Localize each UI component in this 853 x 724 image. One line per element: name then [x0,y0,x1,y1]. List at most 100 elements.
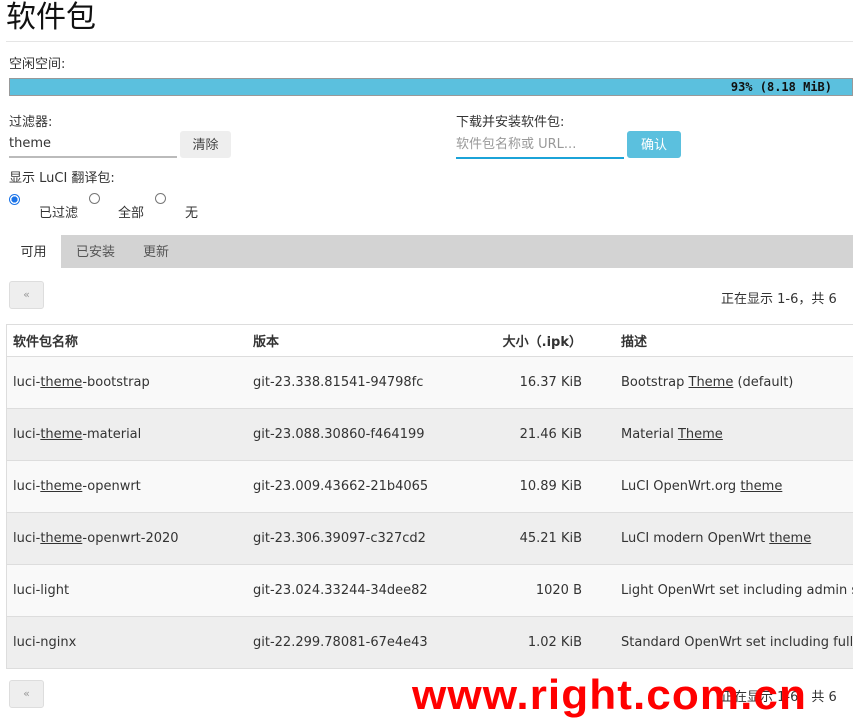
package-name: luci-theme -openwrt-2020 [13,513,179,564]
cell-text: git-23.306.39097-c327cd2 [253,531,426,546]
tab-installed[interactable]: 已安装 [61,235,130,268]
package-size: 10.89 KiB [467,461,582,512]
translations-label: 显示 LuCI 翻译包: [9,171,115,186]
cell-text: 45.21 KiB [519,531,582,546]
header-version[interactable]: 版本 [253,325,279,356]
package-description: Standard OpenWrt set including full a [621,617,853,668]
cell-text: luci- [13,479,41,494]
table-row: luci-light git-23.024.33244-34dee82 1020 B… [7,565,853,617]
confirm-button[interactable]: 确认 [627,131,681,158]
header-size[interactable]: 大小（.ipk） [467,325,582,356]
radio-all-label: 全部 [118,206,145,221]
watermark: www.right.com.cn [412,671,807,718]
radio-filtered[interactable] [9,194,20,205]
package-size: 1.02 KiB [467,617,582,668]
radio-filtered-label: 已过滤 [39,206,79,221]
tab-available[interactable]: 可用 [6,235,61,268]
cell-text: (default) [733,375,794,390]
cell-text: git-22.299.78081-67e4e43 [253,635,428,650]
cell-text: luci- [13,531,41,546]
table-row: luci-theme -openwrt-2020 git-23.306.39097-… [7,513,853,565]
cell-text: 10.89 KiB [519,479,582,494]
package-description: LuCI modern OpenWrt theme [621,513,811,564]
package-version: git-23.024.33244-34dee82 [253,565,428,616]
cell-text: git-23.338.81541-94798fc [253,375,424,390]
table-row: luci-theme -bootstrap git-23.338.81541-947… [7,357,853,409]
cell-text: Light OpenWrt set including admin su [621,583,853,598]
cell-text: luci- [13,427,41,442]
cell-text: luci-nginx [13,635,77,650]
package-version: git-23.338.81541-94798fc [253,357,423,408]
package-name: luci-light [13,565,69,616]
table-body: luci-theme -bootstrap git-23.338.81541-947… [7,357,853,669]
cell-text: 16.37 KiB [519,375,582,390]
free-space-value: 93% (8.18 MiB) [730,80,832,94]
cell-text: 1020 B [535,583,582,598]
cell-text: luci- [13,375,41,390]
radio-none-label: 无 [185,206,199,221]
free-space-bar: 93% (8.18 MiB) [9,78,853,96]
filter-label: 过滤器: [9,115,53,130]
package-name: luci-theme -openwrt [13,461,141,512]
cell-text: git-23.009.43662-21b4065 [253,479,429,494]
tab-bar: 可用 已安装 更新 [6,235,853,268]
package-description: Bootstrap Theme (default) [621,357,793,408]
cell-text: -openwrt [82,479,141,494]
filter-highlight: theme [40,375,83,390]
package-name: luci-theme -bootstrap [13,357,150,408]
package-size: 21.46 KiB [467,409,582,460]
tab-updates[interactable]: 更新 [130,235,182,268]
filter-highlight: theme [740,479,783,494]
cell-text: git-23.024.33244-34dee82 [253,583,428,598]
cell-text: LuCI OpenWrt.org [621,479,741,494]
package-version: git-23.088.30860-f464199 [253,409,425,460]
clear-button[interactable]: 清除 [180,131,231,158]
package-name: luci-nginx [13,617,76,668]
cell-text: Material [621,427,678,442]
filter-highlight: theme [40,427,83,442]
filter-highlight: theme [40,531,83,546]
package-name: luci-theme -material [13,409,141,460]
table-row: luci-nginx git-22.299.78081-67e4e43 1.02 K… [7,617,853,669]
header-description[interactable]: 描述 [621,325,647,356]
package-size: 16.37 KiB [467,357,582,408]
package-url-input[interactable] [456,131,624,159]
radio-none[interactable] [155,193,166,204]
filter-highlight: theme [40,479,83,494]
install-label: 下载并安装软件包: [456,115,565,130]
packages-table: 软件包名称 版本 大小（.ipk） 描述 luci-theme -bootstra… [6,324,853,669]
cell-text: -material [82,427,142,442]
filter-highlight: Theme [677,427,723,442]
cell-text: Standard OpenWrt set including full a [621,635,853,650]
radio-all[interactable] [89,193,100,204]
free-space-label: 空闲空间: [9,57,66,72]
cell-text: 1.02 KiB [527,635,582,650]
cell-text: LuCI modern OpenWrt [621,531,770,546]
filter-highlight: Theme [688,375,734,390]
table-row: luci-theme -material git-23.088.30860-f464… [7,409,853,461]
cell-text: git-23.088.30860-f464199 [253,427,425,442]
cell-text: -bootstrap [82,375,150,390]
title-divider [6,41,853,42]
package-size: 1020 B [467,565,582,616]
cell-text: 21.46 KiB [519,427,582,442]
pager-status: 正在显示 1-6，共 6 [721,292,837,307]
package-description: Material Theme [621,409,723,460]
prev-page-button[interactable]: « [9,281,44,309]
package-description: Light OpenWrt set including admin su [621,565,853,616]
filter-highlight: theme [769,531,812,546]
table-row: luci-theme -openwrt git-23.009.43662-21b40… [7,461,853,513]
header-name[interactable]: 软件包名称 [13,325,78,356]
cell-text: Bootstrap [621,375,689,390]
cell-text: luci-light [13,583,70,598]
package-version: git-22.299.78081-67e4e43 [253,617,428,668]
table-header: 软件包名称 版本 大小（.ipk） 描述 [7,325,853,357]
package-description: LuCI OpenWrt.org theme [621,461,782,512]
prev-page-button-bottom[interactable]: « [9,680,44,708]
page-title: 软件包 [6,0,96,35]
filter-input[interactable] [9,130,177,158]
package-version: git-23.009.43662-21b4065 [253,461,428,512]
cell-text: -openwrt-2020 [82,531,179,546]
package-version: git-23.306.39097-c327cd2 [253,513,426,564]
package-size: 45.21 KiB [467,513,582,564]
